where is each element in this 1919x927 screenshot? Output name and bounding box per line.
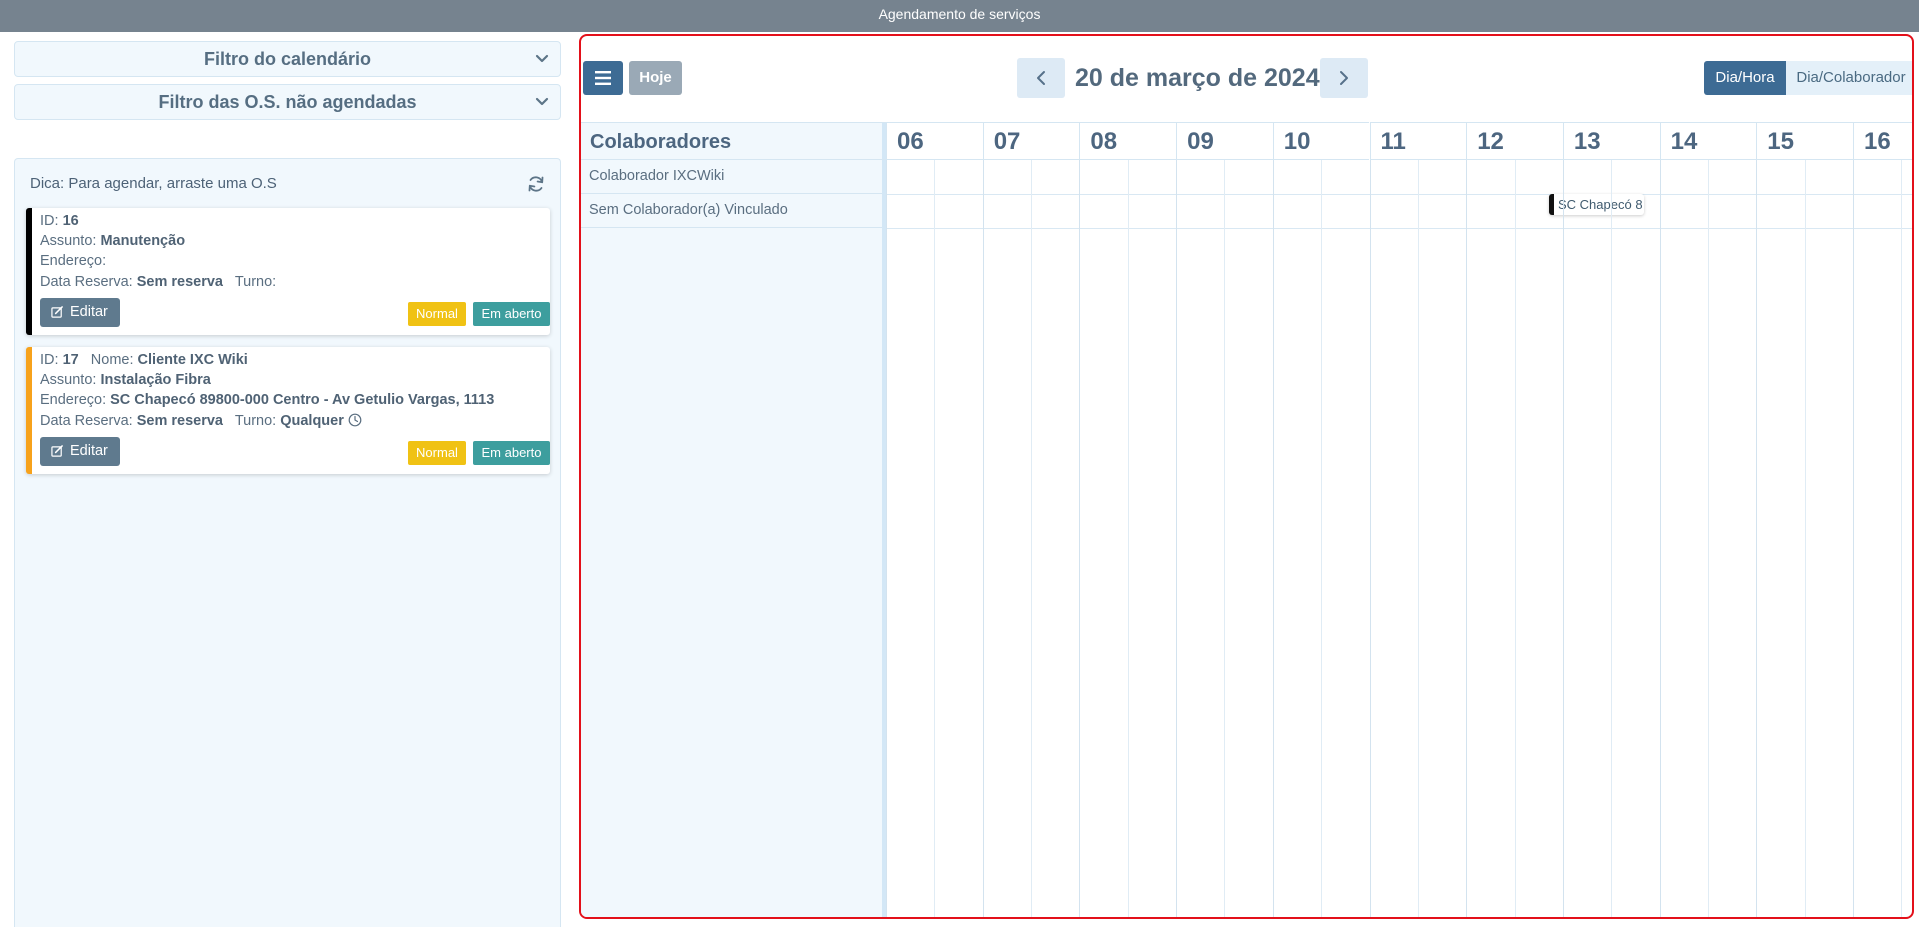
order-shift: Qualquer [280, 413, 344, 429]
menu-button[interactable] [583, 61, 623, 95]
half-hour-gridline [1804, 160, 1806, 917]
hour-columns: SC Chapecó 8 06 07 08 09 10 11 12 13 14 15 16 [886, 122, 1912, 917]
card-reserve-line: Data Reserva: Sem reserva Turno: [40, 274, 277, 290]
hour-gridline [982, 160, 984, 917]
current-date-title: 20 de março de 2024 [1075, 64, 1320, 92]
card-address-line: Endereço: SC Chapecó 89800-000 Centro - … [40, 392, 495, 408]
hour-header: 15 [1756, 122, 1853, 160]
hour-gridline [1176, 160, 1178, 917]
half-hour-gridline [1611, 160, 1613, 917]
hour-gridline [1272, 160, 1274, 917]
order-address: SC Chapecó 89800-000 Centro - Av Getulio… [110, 392, 495, 408]
hour-header: 16 [1853, 122, 1912, 160]
edit-button[interactable]: Editar [40, 298, 120, 327]
hour-gridline [1466, 160, 1468, 917]
half-hour-gridline [1417, 160, 1419, 917]
order-card[interactable]: ID: 17 Nome: Cliente IXC Wiki Assunto: I… [26, 347, 550, 474]
hour-header: 07 [982, 122, 1080, 160]
window-title: Agendamento de serviços [0, 0, 1919, 32]
hour-header: 06 [886, 122, 983, 160]
priority-badge: Normal [408, 302, 466, 326]
resources-header: Colaboradores [581, 122, 886, 160]
hour-header: 13 [1562, 122, 1660, 160]
hour-gridline [1079, 160, 1081, 917]
edit-button[interactable]: Editar [40, 437, 120, 466]
hour-gridline [1659, 160, 1661, 917]
hour-header: 08 [1079, 122, 1177, 160]
card-id-line: ID: 17 Nome: Cliente IXC Wiki [40, 352, 248, 368]
status-badge: Em aberto [473, 441, 550, 465]
resource-column: Colaboradores Colaborador IXCWiki Sem Co… [581, 122, 886, 917]
row-divider [886, 228, 1912, 229]
hour-header: 11 [1369, 122, 1467, 160]
card-subject-line: Assunto: Manutenção [40, 233, 186, 249]
order-card[interactable]: ID: 16 Assunto: Manutenção Endereço: Dat… [26, 208, 550, 335]
resource-row[interactable]: Sem Colaborador(a) Vinculado [581, 194, 882, 228]
unscheduled-orders-panel: Dica: Para agendar, arraste uma O.S ID: … [14, 158, 561, 927]
chevron-left-icon [1037, 71, 1045, 85]
hour-gridline [1562, 160, 1564, 917]
card-id-line: ID: 16 [40, 213, 79, 229]
chevron-down-icon [534, 51, 550, 67]
order-subject: Manutenção [100, 233, 186, 249]
left-panel: Filtro do calendário Filtro das O.S. não… [0, 32, 575, 927]
half-hour-gridline [1901, 160, 1903, 917]
card-reserve-line: Data Reserva: Sem reserva Turno: Qualque… [40, 413, 362, 429]
hour-header: 09 [1176, 122, 1273, 160]
resource-row[interactable]: Colaborador IXCWiki [581, 160, 882, 194]
half-hour-gridline [1321, 160, 1323, 917]
edit-icon [51, 306, 63, 318]
calendar-filter-toggle[interactable]: Filtro do calendário [14, 41, 561, 77]
order-subject: Instalação Fibra [100, 372, 211, 388]
scheduler-calendar: Hoje 20 de março de 2024 Dia/Hora Dia/Co… [579, 34, 1914, 919]
hour-gridline [1853, 160, 1854, 917]
row-divider [886, 194, 1912, 195]
half-hour-gridline [1514, 160, 1516, 917]
clock-icon [348, 413, 362, 427]
hamburger-icon [595, 71, 611, 85]
edit-icon [51, 445, 63, 457]
card-address-line: Endereço: [40, 253, 107, 269]
chevron-right-icon [1340, 71, 1348, 85]
unscheduled-filter-toggle[interactable]: Filtro das O.S. não agendadas [14, 84, 561, 120]
view-day-hour-button[interactable]: Dia/Hora [1704, 61, 1786, 95]
half-hour-gridline [1127, 160, 1129, 917]
hour-header: 10 [1272, 122, 1370, 160]
order-id: 17 [62, 352, 79, 368]
calendar-filter-label: Filtro do calendário [203, 49, 372, 69]
half-hour-gridline [1031, 160, 1033, 917]
half-hour-gridline [1707, 160, 1709, 917]
status-badge: Em aberto [473, 302, 550, 326]
hour-gridline [886, 160, 887, 917]
hour-header: 14 [1659, 122, 1757, 160]
prev-day-button[interactable] [1017, 58, 1065, 98]
order-reserve: Sem reserva [136, 413, 223, 429]
order-reserve: Sem reserva [136, 274, 223, 290]
today-button[interactable]: Hoje [629, 61, 682, 95]
chevron-down-icon [534, 94, 550, 110]
hour-header: 12 [1466, 122, 1563, 160]
half-hour-gridline [934, 160, 936, 917]
card-subject-line: Assunto: Instalação Fibra [40, 372, 211, 388]
hour-gridline [1756, 160, 1758, 917]
view-day-collaborator-button[interactable]: Dia/Colaborador [1786, 61, 1912, 95]
priority-badge: Normal [408, 441, 466, 465]
timeline-grid: Colaboradores Colaborador IXCWiki Sem Co… [581, 122, 1912, 917]
order-client-name: Cliente IXC Wiki [137, 352, 248, 368]
unscheduled-filter-label: Filtro das O.S. não agendadas [158, 92, 417, 112]
next-day-button[interactable] [1320, 58, 1368, 98]
half-hour-gridline [1224, 160, 1226, 917]
refresh-icon[interactable] [526, 174, 546, 194]
hour-gridline [1369, 160, 1371, 917]
order-id: 16 [62, 213, 79, 229]
drag-tip: Dica: Para agendar, arraste uma O.S [30, 175, 277, 192]
